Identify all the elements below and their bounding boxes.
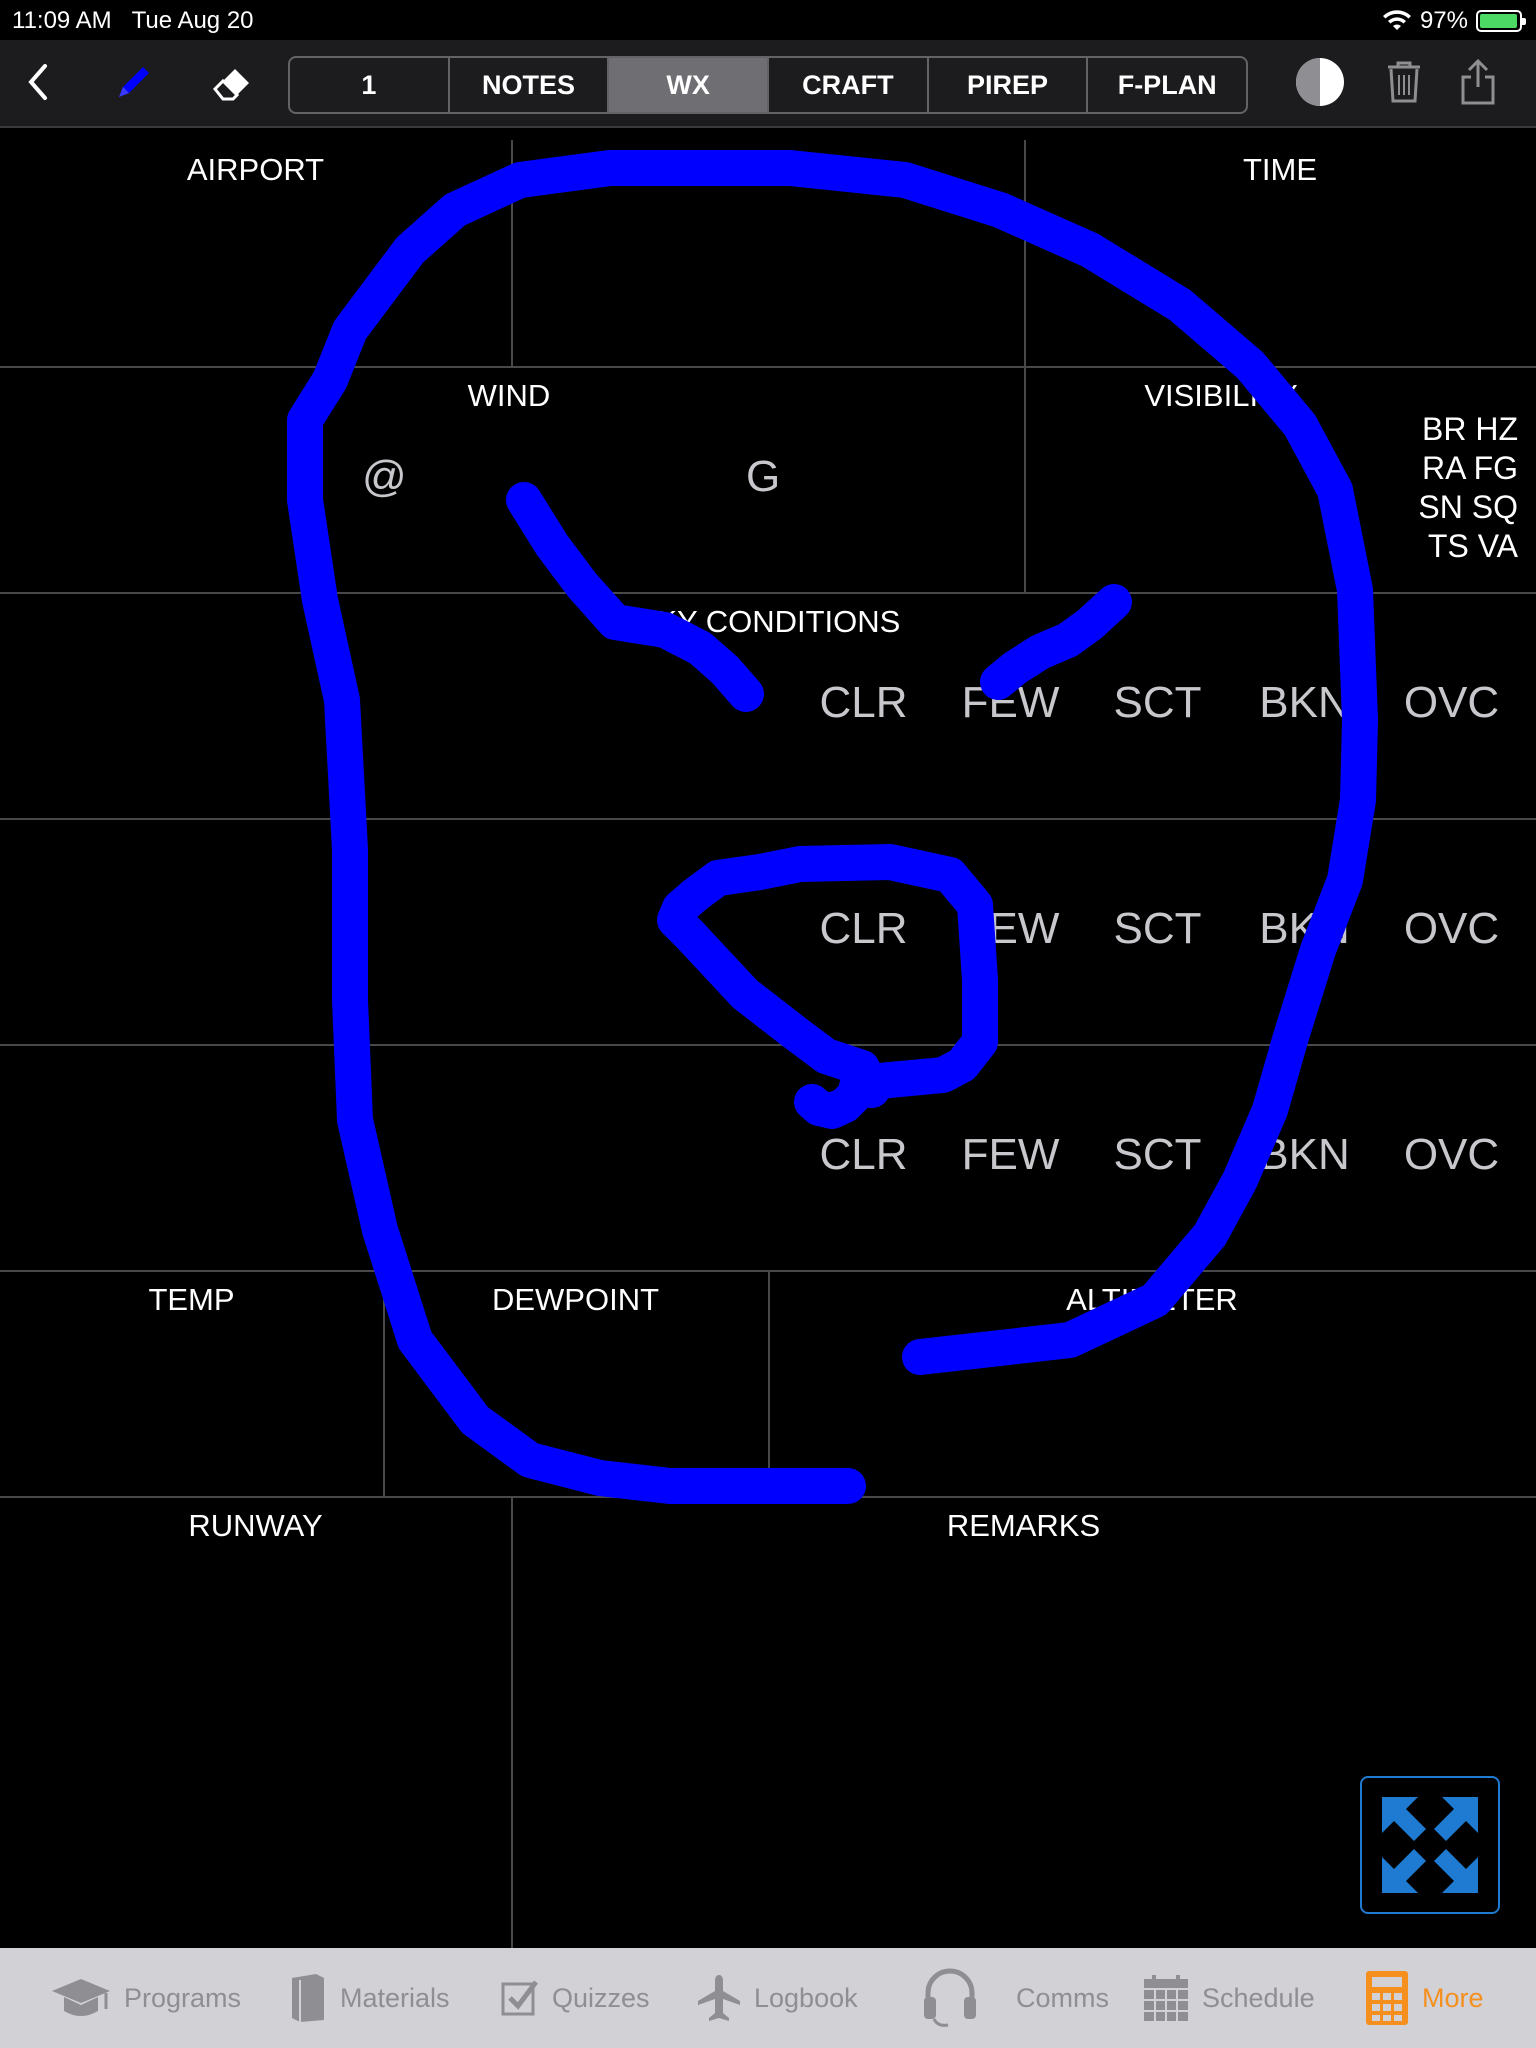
battery-percent: 97%: [1419, 7, 1468, 34]
back-button[interactable]: [8, 52, 68, 112]
sky-option-ovc[interactable]: OVC: [1378, 1130, 1525, 1180]
wx-code-line: SN SQ: [1418, 489, 1518, 525]
tab-programs[interactable]: Programs: [50, 1948, 241, 2048]
tab-label: Comms: [1016, 1982, 1109, 2013]
back-chevron-icon: [28, 64, 47, 100]
checkbox-icon: [501, 1980, 538, 2016]
time-label: TIME: [1242, 152, 1318, 187]
airport-label: AIRPORT: [186, 152, 325, 187]
segment-craft[interactable]: CRAFT: [769, 58, 929, 112]
fullscreen-button[interactable]: [1360, 1776, 1500, 1914]
segment-notes[interactable]: NOTES: [450, 58, 610, 112]
information-label: INFORMATION: [660, 152, 875, 187]
divider: [1024, 140, 1026, 592]
eraser-tool-button[interactable]: [202, 52, 262, 112]
tab-more[interactable]: More: [1364, 1948, 1484, 2048]
tab-label: More: [1422, 1982, 1484, 2013]
segment-f-plan[interactable]: F-PLAN: [1088, 58, 1246, 112]
tab-logbook[interactable]: Logbook: [696, 1948, 858, 2048]
status-time: 11:09 AM Tue Aug 20: [12, 7, 254, 35]
headset-icon: [924, 1968, 976, 2027]
status-bar: 11:09 AM Tue Aug 20 97%: [0, 0, 1536, 40]
sky-option-ovc[interactable]: OVC: [1378, 904, 1525, 954]
sky-option-few[interactable]: FEW: [937, 904, 1084, 954]
sky-option-few[interactable]: FEW: [937, 678, 1084, 728]
book-icon: [292, 1974, 324, 2022]
sky-option-ovc[interactable]: OVC: [1378, 678, 1525, 728]
trash-icon: [1388, 61, 1420, 103]
sky-option-clr[interactable]: CLR: [790, 678, 937, 728]
segment-1[interactable]: 1: [290, 58, 450, 112]
section-tabs: 1 NOTES WX CRAFT PIREP F-PLAN: [288, 56, 1248, 114]
tab-quizzes[interactable]: Quizzes: [500, 1948, 650, 2048]
temp-label: TEMP: [148, 1282, 235, 1317]
delete-button[interactable]: [1374, 52, 1434, 112]
sky-row-3: CLR FEW SCT BKN OVC: [790, 1130, 1525, 1180]
tab-label: Schedule: [1202, 1982, 1315, 2013]
sky-option-clr[interactable]: CLR: [790, 904, 937, 954]
sky-option-sct[interactable]: SCT: [1084, 1130, 1231, 1180]
divider: [511, 1496, 513, 1948]
graduation-cap-icon: [52, 1979, 110, 2016]
tab-label: Materials: [340, 1982, 450, 2013]
share-icon: [1461, 58, 1495, 105]
eraser-icon: [212, 69, 249, 101]
date-text: Tue Aug 20: [131, 7, 254, 34]
segment-pirep[interactable]: PIREP: [929, 58, 1089, 112]
expand-arrows-icon: [1382, 1797, 1478, 1893]
segment-wx[interactable]: WX: [609, 58, 770, 112]
pencil-icon: [119, 67, 149, 97]
tab-comms[interactable]: Comms: [920, 1948, 1109, 2048]
sky-option-clr[interactable]: CLR: [790, 1130, 937, 1180]
altimeter-label: ALTIMETER: [1066, 1282, 1238, 1317]
divider: [0, 366, 1536, 368]
remarks-label: REMARKS: [946, 1508, 1101, 1543]
contrast-toggle-button[interactable]: [1290, 52, 1350, 112]
calculator-icon: [1366, 1971, 1408, 2025]
sky-option-sct[interactable]: SCT: [1084, 904, 1231, 954]
sky-option-sct[interactable]: SCT: [1084, 678, 1231, 728]
sky-conditions-label: SKY CONDITIONS: [635, 604, 901, 639]
battery-charging-icon: [1476, 10, 1526, 32]
tab-bar: Programs Materials Quizzes Logbook Comms…: [0, 1948, 1536, 2048]
wind-at-symbol: @: [362, 452, 407, 501]
wind-gust-symbol: G: [746, 452, 781, 501]
dewpoint-label: DEWPOINT: [491, 1282, 660, 1317]
share-button[interactable]: [1448, 52, 1508, 112]
divider: [0, 818, 1536, 820]
wx-code-line: RA FG: [1421, 450, 1518, 486]
sky-option-bkn[interactable]: BKN: [1231, 678, 1378, 728]
pen-tool-button[interactable]: [104, 52, 164, 112]
sky-option-bkn[interactable]: BKN: [1231, 1130, 1378, 1180]
calendar-icon: [1144, 1975, 1188, 2021]
tab-label: Logbook: [754, 1982, 858, 2013]
contrast-icon: [1296, 58, 1344, 106]
wx-code-line: TS VA: [1427, 528, 1518, 564]
sky-option-few[interactable]: FEW: [937, 1130, 1084, 1180]
sky-option-bkn[interactable]: BKN: [1231, 904, 1378, 954]
weather-form[interactable]: AIRPORT INFORMATION TIME WIND @ G VISIBI…: [0, 140, 1536, 1948]
wifi-icon: [1382, 10, 1411, 30]
status-right: 97%: [1382, 7, 1526, 35]
tab-label: Programs: [124, 1982, 242, 2013]
sky-row-1: CLR FEW SCT BKN OVC: [790, 678, 1525, 728]
divider: [0, 1496, 1536, 1498]
wind-label: WIND: [467, 378, 551, 413]
clock-text: 11:09 AM: [12, 7, 112, 34]
divider: [0, 1044, 1536, 1046]
divider: [0, 592, 1536, 594]
visibility-label: VISIBILITY: [1144, 378, 1298, 413]
tab-label: Quizzes: [552, 1982, 650, 2013]
airplane-icon: [698, 1975, 740, 2021]
sky-row-2: CLR FEW SCT BKN OVC: [790, 904, 1525, 954]
wx-code-line: BR HZ: [1422, 411, 1518, 447]
tab-schedule[interactable]: Schedule: [1142, 1948, 1315, 2048]
battery-fill: [1480, 14, 1517, 28]
weather-codes: BR HZ RA FG SN SQ TS VA: [1418, 410, 1518, 566]
tab-materials[interactable]: Materials: [288, 1948, 450, 2048]
runway-label: RUNWAY: [188, 1508, 323, 1543]
toolbar: 1 NOTES WX CRAFT PIREP F-PLAN: [0, 40, 1536, 128]
